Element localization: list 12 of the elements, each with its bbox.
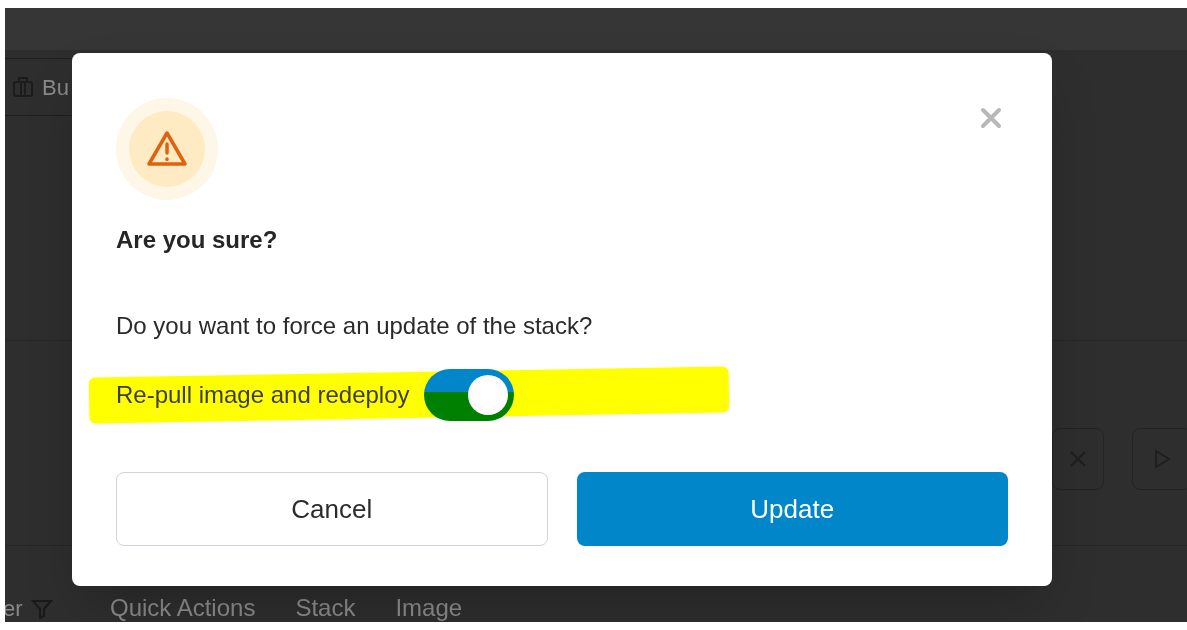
toggle-switch[interactable] (423, 369, 514, 421)
dialog-message: Do you want to force an update of the stack? (116, 311, 594, 341)
column-header[interactable]: Image (395, 590, 463, 622)
button-label: Bu (42, 73, 69, 102)
column-header[interactable]: Quick Actions (110, 590, 256, 622)
close-icon (980, 107, 1002, 129)
cancel-button[interactable]: Cancel (116, 472, 548, 546)
warning-icon (146, 130, 188, 168)
column-header[interactable]: Stack (295, 590, 356, 622)
dialog-title: Are you sure? (116, 225, 279, 255)
option-label: Re-pull image and redeploy (116, 380, 410, 410)
update-button[interactable]: Update (576, 472, 1008, 546)
